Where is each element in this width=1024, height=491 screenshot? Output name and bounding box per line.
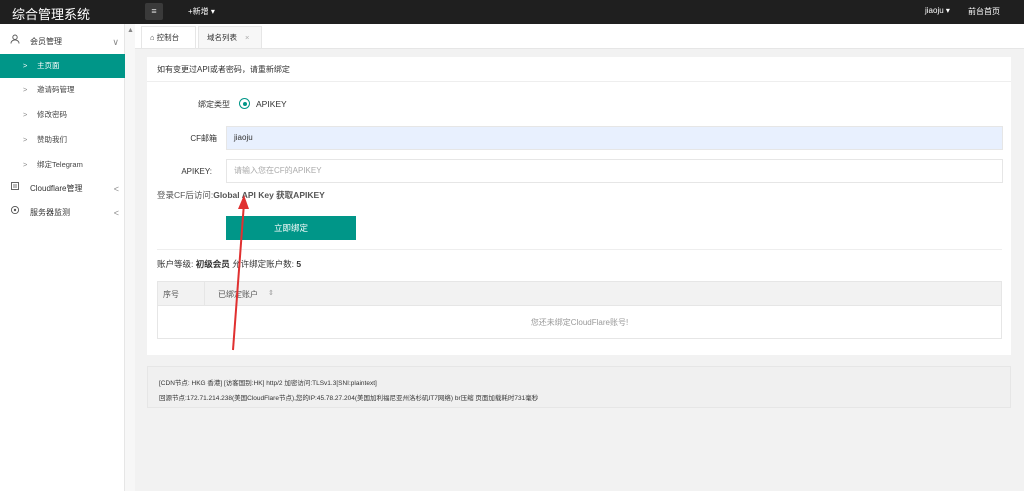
sidebar-group-label: 会员管理: [30, 37, 62, 46]
sidebar-group-cloudflare[interactable]: Cloudflare管理 <: [0, 177, 125, 201]
frontend-home-link[interactable]: 前台首页: [968, 6, 1000, 17]
apikey-input[interactable]: 请输入您在CF的APIKEY: [226, 159, 1003, 183]
radio-dot: [242, 101, 247, 106]
tab-bar: ⌂ 控制台 域名列表 ×: [135, 24, 1024, 49]
sidebar-item-invite-codes[interactable]: > 邀请码管理: [0, 78, 125, 102]
sidebar-item-main[interactable]: > 主页面: [0, 54, 125, 78]
top-bar: 综合管理系统 ≡ +新增 ▾ jiaoju ▾ 前台首页: [0, 0, 1024, 24]
tab-label: 控制台: [156, 33, 180, 42]
chevron-down-icon: ∨: [112, 37, 119, 47]
sidebar-item-label: 修改密码: [37, 110, 67, 119]
chevron-right-icon: >: [23, 85, 28, 94]
sidebar-group-server-monitor[interactable]: 服务器监测 <: [0, 201, 125, 225]
sidebar-item-telegram[interactable]: > 绑定Telegram: [0, 153, 125, 177]
cloud-icon: [10, 177, 20, 201]
col-separator: [204, 282, 205, 306]
chevron-right-icon: >: [23, 61, 28, 70]
card-header: 如有变更过API或者密码，请重新绑定: [147, 57, 1011, 82]
sidebar-item-label: 赞助我们: [37, 135, 67, 144]
tab-console[interactable]: ⌂ 控制台: [141, 26, 196, 48]
divider: [157, 249, 1002, 250]
tab-domain-list[interactable]: 域名列表 ×: [198, 26, 262, 48]
menu-toggle-button[interactable]: ≡: [145, 3, 163, 20]
sidebar-group-members[interactable]: 会员管理 ∨: [0, 30, 125, 54]
level-prefix: 账户等级:: [157, 259, 196, 269]
sidebar-scrollbar[interactable]: [125, 24, 135, 491]
cf-email-field[interactable]: jiaoju: [226, 126, 1003, 150]
bound-accounts-table: 序号 已绑定账户 ⇕ 您还未绑定CloudFlare账号!: [157, 281, 1002, 339]
level-count: 5: [296, 259, 302, 269]
chevron-right-icon: >: [23, 160, 28, 169]
sidebar-item-change-password[interactable]: > 修改密码: [0, 103, 125, 127]
tab-label: 域名列表: [207, 33, 237, 42]
close-icon[interactable]: ×: [245, 33, 249, 42]
cdn-node-info: [CDN节点: HKG 香港] [访客国别:HK] http/2 加密访问:TL…: [159, 380, 377, 387]
sidebar-item-sponsor[interactable]: > 赞助我们: [0, 128, 125, 152]
add-new-menu[interactable]: +新增 ▾: [188, 6, 215, 17]
apikey-label: APIKEY:: [181, 167, 212, 176]
apikey-radio-label[interactable]: APIKEY: [256, 99, 287, 109]
home-icon: ⌂: [150, 33, 157, 42]
sidebar-group-label: 服务器监测: [30, 208, 70, 217]
user-icon: [10, 30, 20, 54]
sidebar-group-label: Cloudflare管理: [30, 184, 83, 193]
app-title: 综合管理系统: [12, 7, 91, 22]
hint-prefix: 登录CF后访问:: [157, 190, 214, 200]
table-header: 序号 已绑定账户 ⇕: [158, 282, 1001, 306]
apikey-radio[interactable]: [239, 98, 250, 109]
node-info-box: [CDN节点: HKG 香港] [访客国别:HK] http/2 加密访问:TL…: [147, 366, 1011, 408]
table-empty-message: 您还未绑定CloudFlare账号!: [530, 318, 629, 327]
sidebar: 会员管理 ∨ > 主页面 > 邀请码管理 > 修改密码 > 赞助我们 > 绑定T…: [0, 24, 125, 491]
origin-node-info: 回源节点:172.71.214.238(美国CloudFlare节点),您的IP…: [159, 395, 539, 402]
sidebar-item-label: 主页面: [37, 61, 60, 70]
col-index: 序号: [163, 290, 179, 299]
server-icon: [10, 201, 20, 225]
sort-icon[interactable]: ⇕: [268, 289, 274, 297]
user-menu[interactable]: jiaoju ▾: [925, 6, 950, 15]
sidebar-item-label: 绑定Telegram: [37, 160, 83, 169]
cf-email-label: CF邮箱: [190, 134, 217, 143]
chevron-right-icon: >: [23, 110, 28, 119]
chevron-left-icon: <: [113, 208, 119, 218]
chevron-left-icon: <: [113, 184, 119, 194]
sidebar-item-label: 邀请码管理: [37, 85, 75, 94]
bind-type-label: 绑定类型: [198, 100, 230, 109]
annotation-arrow: [232, 195, 249, 351]
scroll-up-icon[interactable]: ▲: [127, 27, 134, 34]
chevron-right-icon: >: [23, 135, 28, 144]
